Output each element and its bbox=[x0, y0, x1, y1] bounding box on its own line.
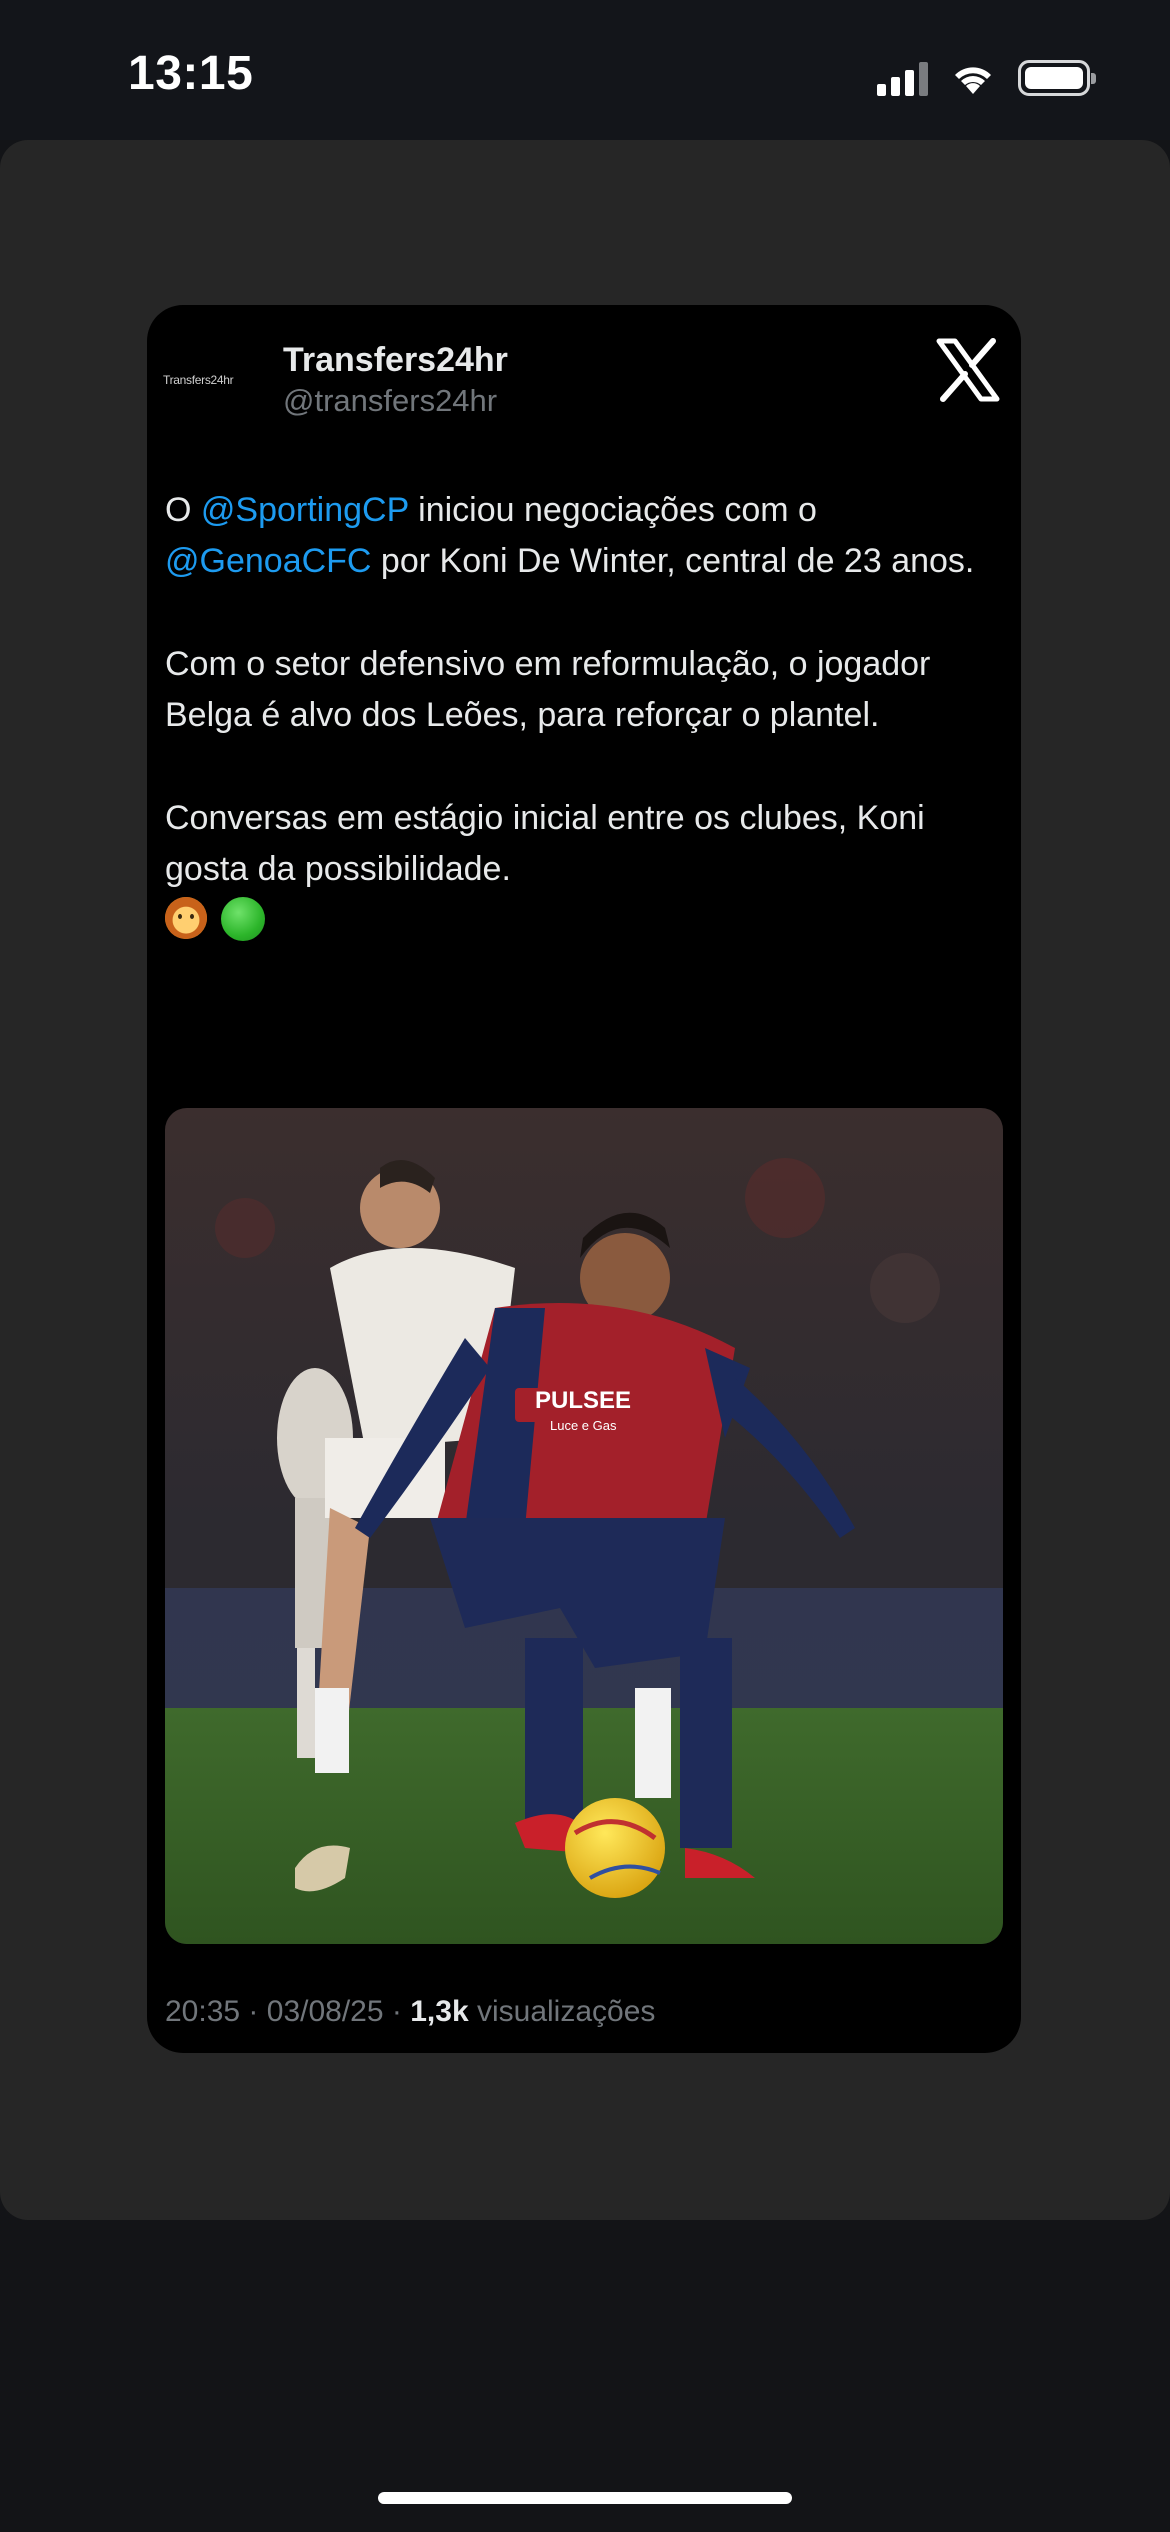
avatar[interactable]: Transfers24hr bbox=[163, 360, 263, 400]
views-label: visualizações bbox=[476, 1995, 656, 2028]
tweet-date: 03/08/25 bbox=[266, 1995, 384, 2028]
home-indicator[interactable] bbox=[378, 2492, 792, 2504]
tweet-photo[interactable]: PULSEE Luce e Gas bbox=[165, 1108, 1003, 1944]
display-name[interactable]: Transfers24hr bbox=[283, 341, 508, 380]
tweet-text: O @SportingCP iniciou negociações com o … bbox=[165, 485, 995, 941]
tweet-paragraph-3: Conversas em estágio inicial entre os cl… bbox=[165, 799, 925, 888]
emoji-row bbox=[165, 897, 995, 941]
wifi-icon bbox=[955, 67, 991, 94]
tweet-paragraph-2: Com o setor defensivo em reformulação, o… bbox=[165, 645, 931, 734]
status-time: 13:15 bbox=[128, 47, 254, 100]
x-logo-icon[interactable] bbox=[935, 337, 1001, 403]
cellular-signal-icon bbox=[877, 60, 928, 96]
tweet-meta: 20:35 · 03/08/25 · 1,3k visualizações bbox=[165, 1995, 656, 2028]
lion-emoji-icon bbox=[165, 897, 207, 939]
views-count: 1,3k bbox=[410, 1995, 469, 2028]
status-icons bbox=[877, 56, 1096, 100]
mention-genoacfc-link[interactable]: @GenoaCFC bbox=[165, 542, 371, 580]
battery-icon bbox=[1018, 60, 1096, 96]
status-bar: 13:15 bbox=[0, 0, 1170, 140]
shirt-sponsor-subtext: Luce e Gas bbox=[550, 1418, 617, 1433]
tweet-time: 20:35 bbox=[165, 1995, 241, 2028]
tweet-paragraph-1: O @SportingCP iniciou negociações com o … bbox=[165, 491, 975, 580]
mention-sportingcp-link[interactable]: @SportingCP bbox=[201, 491, 409, 529]
green-circle-emoji-icon bbox=[221, 897, 265, 941]
tweet-card[interactable]: Transfers24hr Transfers24hr @transfers24… bbox=[147, 305, 1021, 2053]
shirt-sponsor-text: PULSEE bbox=[535, 1387, 631, 1414]
user-handle[interactable]: @transfers24hr bbox=[283, 383, 497, 419]
